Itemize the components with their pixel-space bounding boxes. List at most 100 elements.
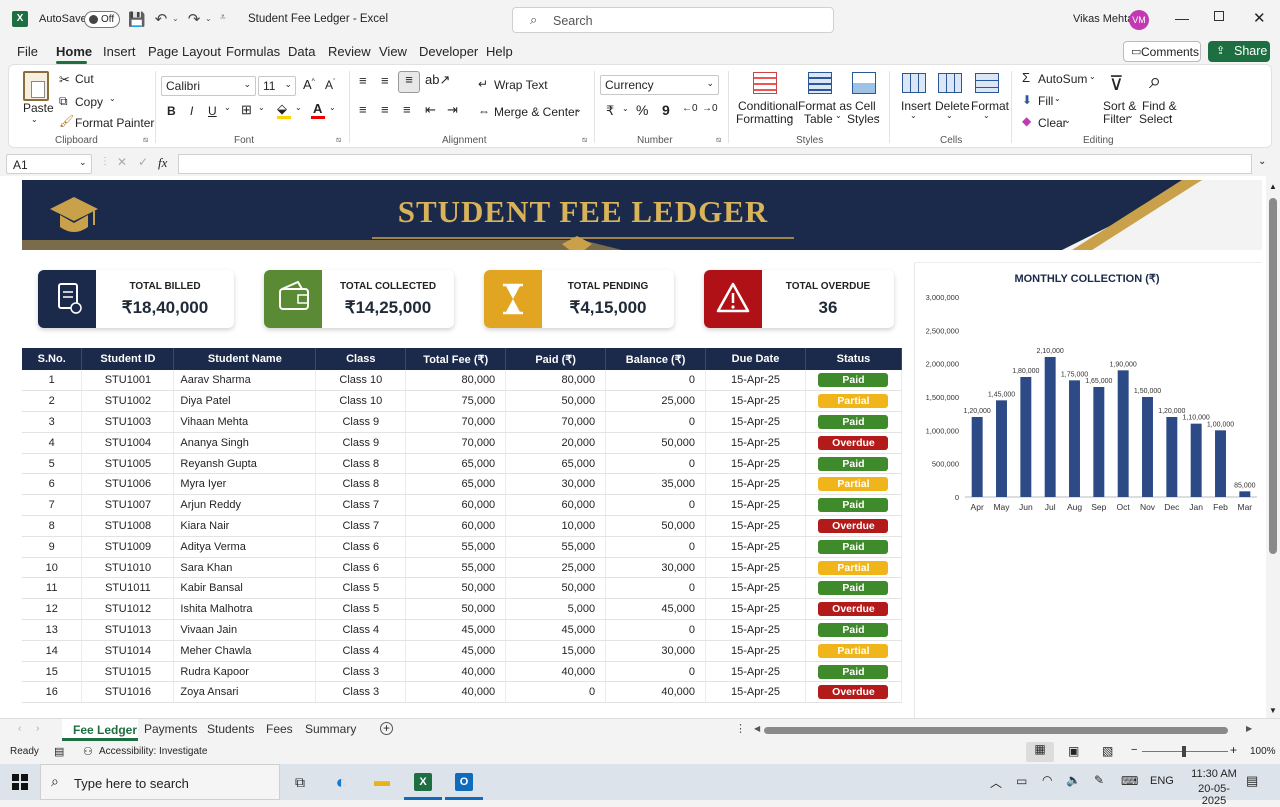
menu-page-layout[interactable]: Page Layout xyxy=(148,44,221,59)
table-cell[interactable]: 12 xyxy=(22,598,83,621)
table-cell[interactable]: 40,000 xyxy=(405,661,507,683)
table-row[interactable]: 3 STU1003 Vihaan Mehta Class 9 70,000 70,000 0… xyxy=(22,411,903,433)
table-cell[interactable]: STU1003 xyxy=(81,411,175,433)
merge-center-button[interactable]: Merge & Center xyxy=(494,105,579,119)
italic-button[interactable]: I xyxy=(190,104,193,118)
redo-dropdown-icon[interactable]: ⌄ xyxy=(205,14,212,23)
table-cell[interactable]: 50,000 xyxy=(505,390,607,413)
table-cell[interactable]: Class 8 xyxy=(315,453,407,475)
table-cell[interactable]: 15-Apr-25 xyxy=(705,473,806,496)
table-cell[interactable]: Class 5 xyxy=(315,598,407,621)
battery-icon[interactable]: ▭ xyxy=(1016,774,1027,788)
currency-format-icon[interactable]: ₹ xyxy=(606,103,614,119)
conditional-formatting-label-2[interactable]: Formatting xyxy=(736,112,793,126)
table-cell[interactable]: 10 xyxy=(22,557,83,579)
menu-help[interactable]: Help xyxy=(486,44,513,59)
merge-dropdown-icon[interactable]: ⌄ xyxy=(575,105,582,114)
table-cell[interactable]: 25,000 xyxy=(505,557,607,579)
table-cell[interactable]: 20,000 xyxy=(505,432,607,454)
table-cell[interactable]: Aditya Verma xyxy=(173,536,317,558)
bar-jan[interactable] xyxy=(1190,423,1202,497)
chevron-down-icon[interactable]: ⌄ xyxy=(910,111,917,120)
table-cell[interactable]: Paid xyxy=(805,661,903,683)
table-cell[interactable]: 0 xyxy=(605,619,707,641)
table-cell[interactable]: Myra Iyer xyxy=(173,473,317,496)
table-cell[interactable]: STU1013 xyxy=(81,619,175,641)
menu-data[interactable]: Data xyxy=(288,44,315,59)
macro-record-icon[interactable]: ▤ xyxy=(54,745,64,758)
tab-fee-ledger[interactable]: Fee Ledger xyxy=(62,719,138,741)
table-cell[interactable]: 0 xyxy=(605,536,707,558)
table-cell[interactable]: 15-Apr-25 xyxy=(705,432,806,454)
table-cell[interactable]: Kiara Nair xyxy=(173,515,317,537)
fill-button[interactable]: Fill xyxy=(1038,94,1053,108)
decrease-decimal-icon[interactable]: →0 xyxy=(702,103,718,114)
table-cell[interactable]: Class 3 xyxy=(315,681,407,704)
table-cell[interactable]: 13 xyxy=(22,619,83,641)
page-layout-view-icon[interactable]: ▣ xyxy=(1068,744,1079,758)
table-cell[interactable]: Class 5 xyxy=(315,577,407,600)
insert-cells-icon[interactable] xyxy=(902,73,926,93)
percent-style-button[interactable]: % xyxy=(636,102,648,118)
add-sheet-icon[interactable]: + xyxy=(380,722,393,735)
table-cell[interactable]: Paid xyxy=(805,619,903,641)
horizontal-scroll-thumb[interactable] xyxy=(764,727,1228,734)
menu-formulas[interactable]: Formulas xyxy=(226,44,280,59)
table-cell[interactable]: Class 7 xyxy=(315,494,407,517)
font-color-dropdown-icon[interactable]: ⌄ xyxy=(329,103,336,112)
customize-toolbar-icon[interactable]: ⩡ xyxy=(220,12,226,23)
normal-view-icon[interactable]: ▦ xyxy=(1026,742,1054,762)
table-cell[interactable]: STU1007 xyxy=(81,494,175,517)
table-cell[interactable]: 5 xyxy=(22,453,83,475)
format-cells-button[interactable]: Format xyxy=(971,99,1009,113)
table-cell[interactable]: STU1015 xyxy=(81,661,175,683)
bar-may[interactable] xyxy=(996,400,1007,497)
table-cell[interactable]: 30,000 xyxy=(605,640,707,662)
taskbar-search-box[interactable]: ⌕ Type here to search xyxy=(40,764,280,800)
bar-jul[interactable] xyxy=(1044,357,1056,497)
table-cell[interactable]: Partial xyxy=(805,473,903,496)
format-as-table-label-1[interactable]: Format as xyxy=(798,99,852,113)
table-cell[interactable]: 15-Apr-25 xyxy=(705,370,806,392)
table-cell[interactable]: Class 7 xyxy=(315,515,407,537)
chevron-down-icon[interactable]: ⌄ xyxy=(946,111,953,120)
table-row[interactable]: 1 STU1001 Aarav Sharma Class 10 80,000 80,000… xyxy=(22,370,903,392)
table-cell[interactable]: 65,000 xyxy=(405,473,507,496)
table-cell[interactable]: 15-Apr-25 xyxy=(705,453,806,475)
table-cell[interactable]: Kabir Bansal xyxy=(173,577,317,600)
table-cell[interactable]: 50,000 xyxy=(605,432,707,454)
autosave-toggle[interactable]: Off xyxy=(84,11,120,28)
tab-payments[interactable]: Payments xyxy=(144,722,197,736)
table-row[interactable]: 15 STU1015 Rudra Kapoor Class 3 40,000 40,000… xyxy=(22,661,903,683)
increase-indent-icon[interactable]: ⇥ xyxy=(447,102,458,118)
bold-button[interactable]: B xyxy=(167,104,176,118)
column-header[interactable]: Due Date xyxy=(705,348,806,370)
page-break-view-icon[interactable]: ▧ xyxy=(1102,744,1113,758)
copy-button[interactable]: Copy xyxy=(75,95,103,109)
cell-styles-label-1[interactable]: Cell xyxy=(855,99,876,113)
table-cell[interactable]: 45,000 xyxy=(505,619,607,641)
menu-developer[interactable]: Developer xyxy=(419,44,478,59)
column-header[interactable]: Status xyxy=(805,348,903,370)
table-cell[interactable]: Rudra Kapoor xyxy=(173,661,317,683)
chevron-up-icon[interactable]: ︿ xyxy=(990,774,1002,791)
paste-dropdown-icon[interactable]: ⌄ xyxy=(31,115,38,124)
zoom-out-icon[interactable]: − xyxy=(1131,744,1137,756)
table-cell[interactable]: 60,000 xyxy=(405,515,507,537)
table-cell[interactable]: 15-Apr-25 xyxy=(705,681,806,704)
table-cell[interactable]: STU1014 xyxy=(81,640,175,662)
table-row[interactable]: 11 STU1011 Kabir Bansal Class 5 50,000 50,000… xyxy=(22,577,903,600)
tab-fees[interactable]: Fees xyxy=(266,722,293,736)
scroll-down-icon[interactable]: ▼ xyxy=(1269,706,1277,715)
table-cell[interactable]: Vihaan Mehta xyxy=(173,411,317,433)
table-cell[interactable]: Class 4 xyxy=(315,619,407,641)
find-select-icon[interactable]: ⌕ xyxy=(1149,68,1161,94)
increase-decimal-icon[interactable]: ←0 xyxy=(682,103,698,114)
table-cell[interactable]: 15-Apr-25 xyxy=(705,557,806,579)
clipboard-launcher-icon[interactable]: ⧅ xyxy=(143,135,148,145)
table-cell[interactable]: 70,000 xyxy=(405,411,507,433)
table-cell[interactable]: 40,000 xyxy=(505,661,607,683)
font-family-select[interactable]: Calibri ⌄ xyxy=(161,76,256,96)
underline-button[interactable]: U xyxy=(208,104,217,118)
table-cell[interactable]: 45,000 xyxy=(605,598,707,621)
